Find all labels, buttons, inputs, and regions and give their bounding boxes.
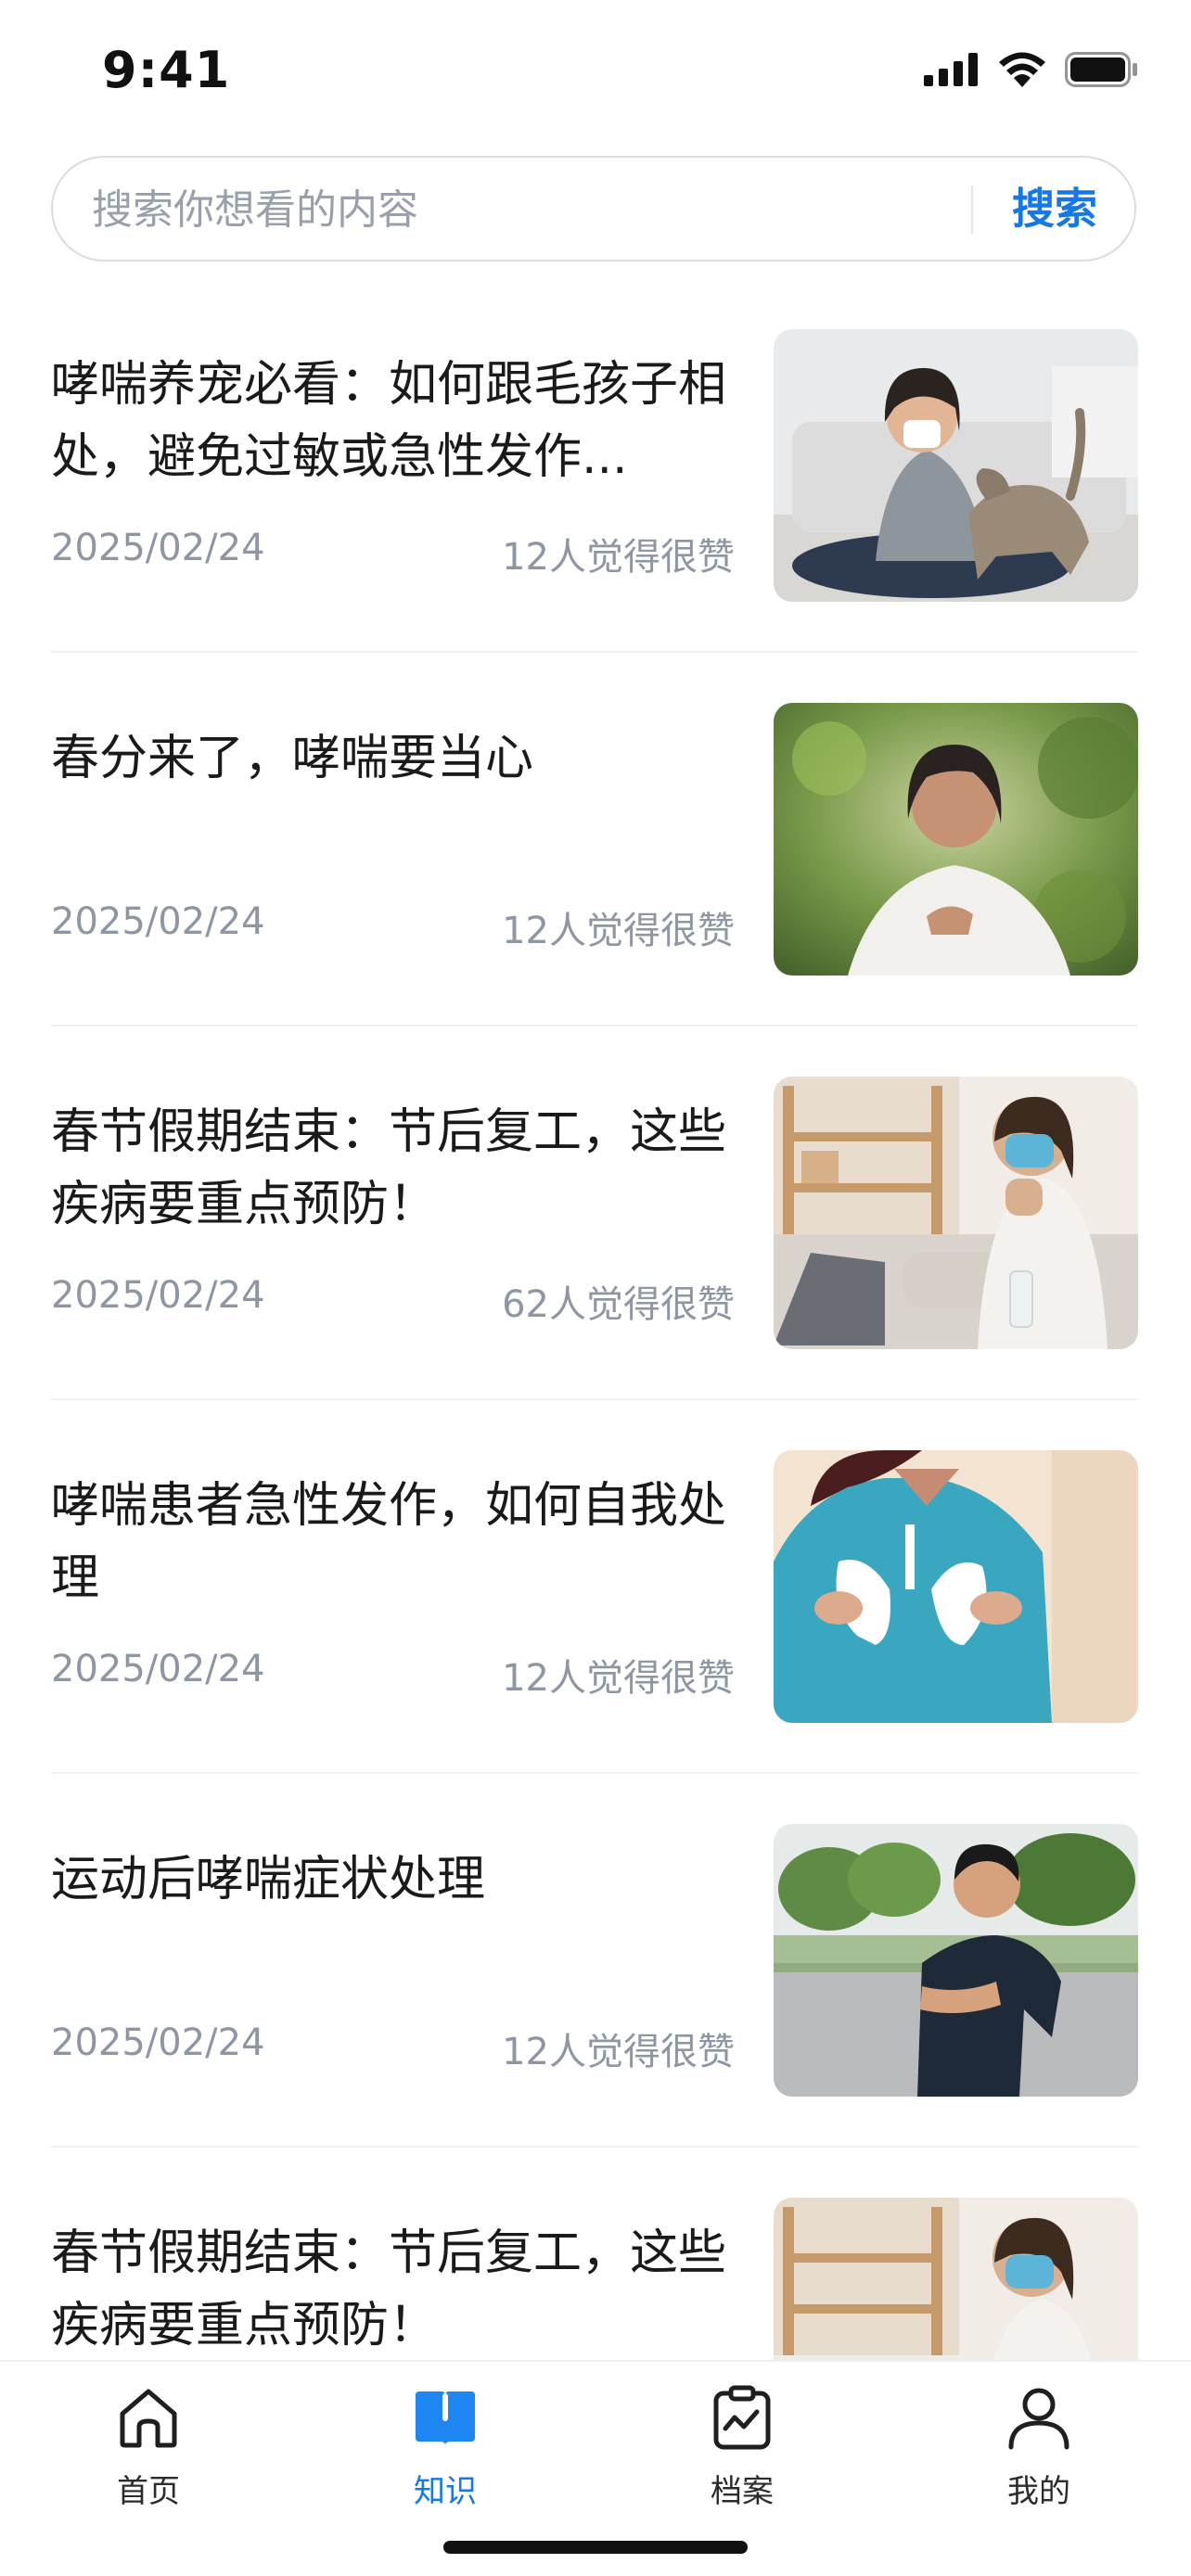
search-divider [971,185,973,234]
tab-label: 档案 [711,2473,774,2510]
article-date: 2025/02/24 [51,1274,265,1317]
woman-with-mask-coughing-photo [774,1077,1138,1349]
cellular-signal-icon [924,53,978,86]
man-chest-pain-after-run-photo [774,1824,1138,2097]
article-date: 2025/02/24 [51,527,265,569]
article-date: 2025/02/24 [51,900,265,943]
article-separator [51,1772,1138,1774]
article-date: 2025/02/24 [51,1648,265,1690]
article-card[interactable]: 运动后哮喘症状处理 2025/02/24 12人觉得很赞 [0,1819,1191,2193]
woman-sneezing-with-cat-photo [774,329,1138,602]
woman-holding-lung-model-photo [774,1450,1138,1723]
home-indicator [443,2541,748,2554]
user-icon [1008,2388,1069,2450]
wifi-icon [999,52,1045,87]
article-title: 春分来了，哮喘要当心 [51,731,534,786]
article-title: 哮喘患者急性发作，如何自我处理 [51,1478,727,1606]
article-title: 哮喘养宠必看：如何跟毛孩子相处，避免过敏或急性发作... [51,357,727,485]
tab-label: 知识 [414,2473,477,2510]
search-bar: 搜索 [51,156,1136,261]
article-list: 哮喘养宠必看：如何跟毛孩子相处，避免过敏或急性发作... 2025/02/24 … [0,325,1191,2567]
search-input[interactable] [90,158,984,261]
status-icons [924,52,1139,87]
article-card[interactable]: 春分来了，哮喘要当心 2025/02/24 12人觉得很赞 [0,698,1191,1072]
tab-home[interactable]: 首页 [56,2382,241,2521]
tab-records[interactable]: 档案 [649,2382,835,2521]
tab-label: 我的 [1007,2473,1070,2510]
article-card[interactable]: 哮喘患者急性发作，如何自我处理 2025/02/24 12人觉得很赞 [0,1446,1191,1819]
article-likes: 12人觉得很赞 [502,1657,735,1700]
tab-label: 首页 [117,2473,180,2510]
article-likes: 62人觉得很赞 [502,1283,735,1326]
article-card[interactable]: 哮喘养宠必看：如何跟毛孩子相处，避免过敏或急性发作... 2025/02/24 … [0,325,1191,698]
article-separator [51,1398,1138,1400]
battery-icon [1065,52,1137,87]
home-icon [120,2389,177,2448]
book-icon [416,2391,475,2445]
article-likes: 12人觉得很赞 [502,910,735,952]
woman-breathing-outdoors-photo [774,703,1138,976]
article-separator [51,2146,1138,2148]
article-title: 春节假期结束：节后复工，这些疾病要重点预防！ [51,2225,727,2353]
tab-me[interactable]: 我的 [946,2382,1132,2521]
clipboard-chart-icon [713,2385,771,2450]
article-likes: 12人觉得很赞 [502,2031,735,2073]
article-likes: 12人觉得很赞 [502,536,735,579]
article-separator [51,1025,1138,1027]
status-time: 9:41 [102,41,231,99]
status-bar: 9:41 [0,0,1191,139]
article-title: 运动后哮喘症状处理 [51,1852,486,1907]
tab-knowledge[interactable]: 知识 [352,2382,538,2521]
search-button[interactable]: 搜索 [1012,158,1097,260]
article-separator [51,651,1138,653]
article-title: 春节假期结束：节后复工，这些疾病要重点预防！ [51,1104,727,1232]
article-date: 2025/02/24 [51,2021,265,2064]
article-card[interactable]: 春节假期结束：节后复工，这些疾病要重点预防！ 2025/02/24 62人觉得很… [0,1072,1191,1446]
